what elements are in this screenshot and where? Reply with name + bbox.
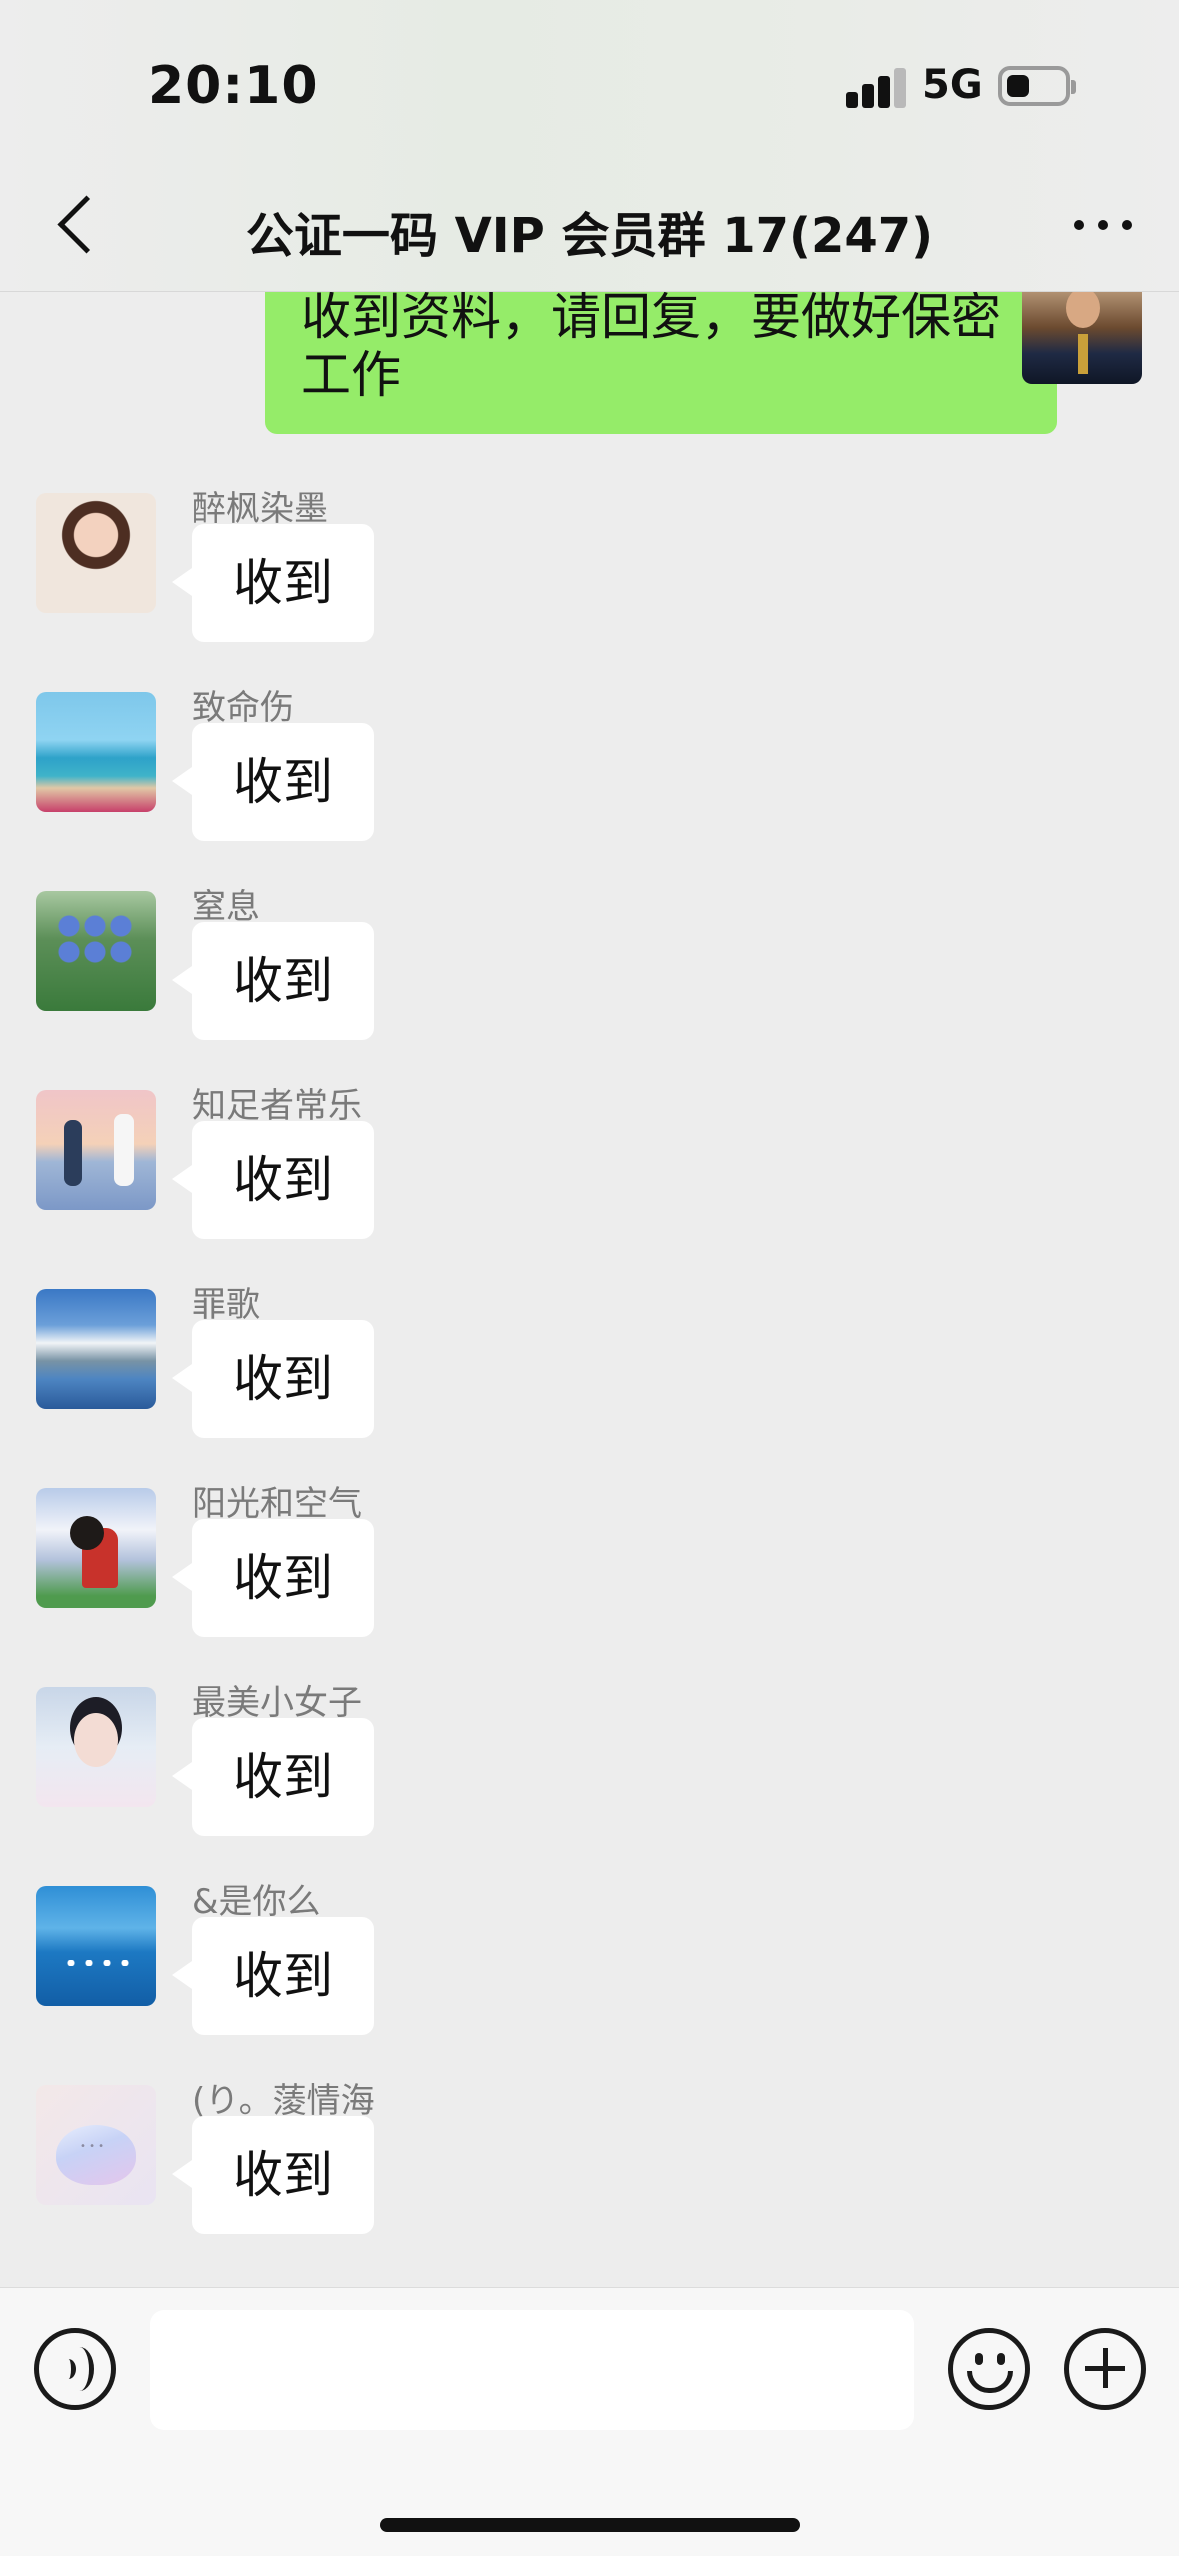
- avatar[interactable]: [36, 2085, 156, 2205]
- chat-message: 窒息 收到: [0, 887, 1179, 1091]
- more-icon[interactable]: [1070, 200, 1140, 250]
- sender-name: &是你么: [192, 1882, 321, 1922]
- sender-name: 醉枫染墨: [192, 489, 328, 529]
- battery-icon: [998, 66, 1076, 106]
- self-message-bubble[interactable]: 收到资料，请回复，要做好保密工作: [265, 292, 1079, 434]
- message-bubble[interactable]: 收到: [172, 2116, 374, 2234]
- chat-message: 最美小女子 收到: [0, 1683, 1179, 1887]
- chat-message: 阳光和空气 收到: [0, 1484, 1179, 1688]
- chat-message: (り。蔆情海 收到: [0, 2081, 1179, 2285]
- voice-icon[interactable]: [34, 2328, 116, 2410]
- message-bubble[interactable]: 收到: [172, 1917, 374, 2035]
- avatar[interactable]: [36, 493, 156, 613]
- sender-name: 罪歌: [192, 1285, 260, 1325]
- message-bubble[interactable]: 收到: [172, 723, 374, 841]
- chat-message: 知足者常乐 收到: [0, 1086, 1179, 1290]
- avatar[interactable]: [36, 1488, 156, 1608]
- chat-area[interactable]: 收到资料，请回复，要做好保密工作 醉枫染墨 收到 致命伤 收到 窒息 收到 知足…: [0, 292, 1179, 2287]
- avatar[interactable]: [36, 1886, 156, 2006]
- signal-icon: [846, 68, 906, 108]
- input-bar: [0, 2287, 1179, 2556]
- avatar[interactable]: [36, 1289, 156, 1409]
- status-time: 20:10: [148, 56, 319, 116]
- chat-message: 罪歌 收到: [0, 1285, 1179, 1489]
- avatar[interactable]: [36, 692, 156, 812]
- self-avatar[interactable]: [1022, 292, 1142, 384]
- chat-message: 致命伤 收到: [0, 688, 1179, 892]
- message-bubble[interactable]: 收到: [172, 1320, 374, 1438]
- chat-message: 醉枫染墨 收到: [0, 489, 1179, 693]
- message-bubble[interactable]: 收到: [172, 1718, 374, 1836]
- sender-name: 窒息: [192, 887, 260, 927]
- message-input[interactable]: [150, 2310, 914, 2430]
- message-bubble[interactable]: 收到: [172, 1121, 374, 1239]
- home-indicator: [380, 2518, 800, 2532]
- sender-name: 阳光和空气: [192, 1484, 362, 1524]
- top-bar: 20:10 5G 公证一码 VIP 会员群 17(247): [0, 0, 1179, 292]
- sender-name: 知足者常乐: [192, 1086, 362, 1126]
- message-bubble[interactable]: 收到: [172, 524, 374, 642]
- emoji-icon[interactable]: [948, 2328, 1030, 2410]
- sender-name: (り。蔆情海: [192, 2081, 375, 2121]
- avatar[interactable]: [36, 891, 156, 1011]
- chat-message: &是你么 收到: [0, 1882, 1179, 2086]
- network-label: 5G: [922, 62, 983, 108]
- sender-name: 致命伤: [192, 688, 294, 728]
- message-bubble[interactable]: 收到: [172, 1519, 374, 1637]
- avatar[interactable]: [36, 1090, 156, 1210]
- plus-icon[interactable]: [1064, 2328, 1146, 2410]
- sender-name: 最美小女子: [192, 1683, 362, 1723]
- message-bubble[interactable]: 收到: [172, 922, 374, 1040]
- avatar[interactable]: [36, 1687, 156, 1807]
- chat-title: 公证一码 VIP 会员群 17(247): [245, 208, 934, 264]
